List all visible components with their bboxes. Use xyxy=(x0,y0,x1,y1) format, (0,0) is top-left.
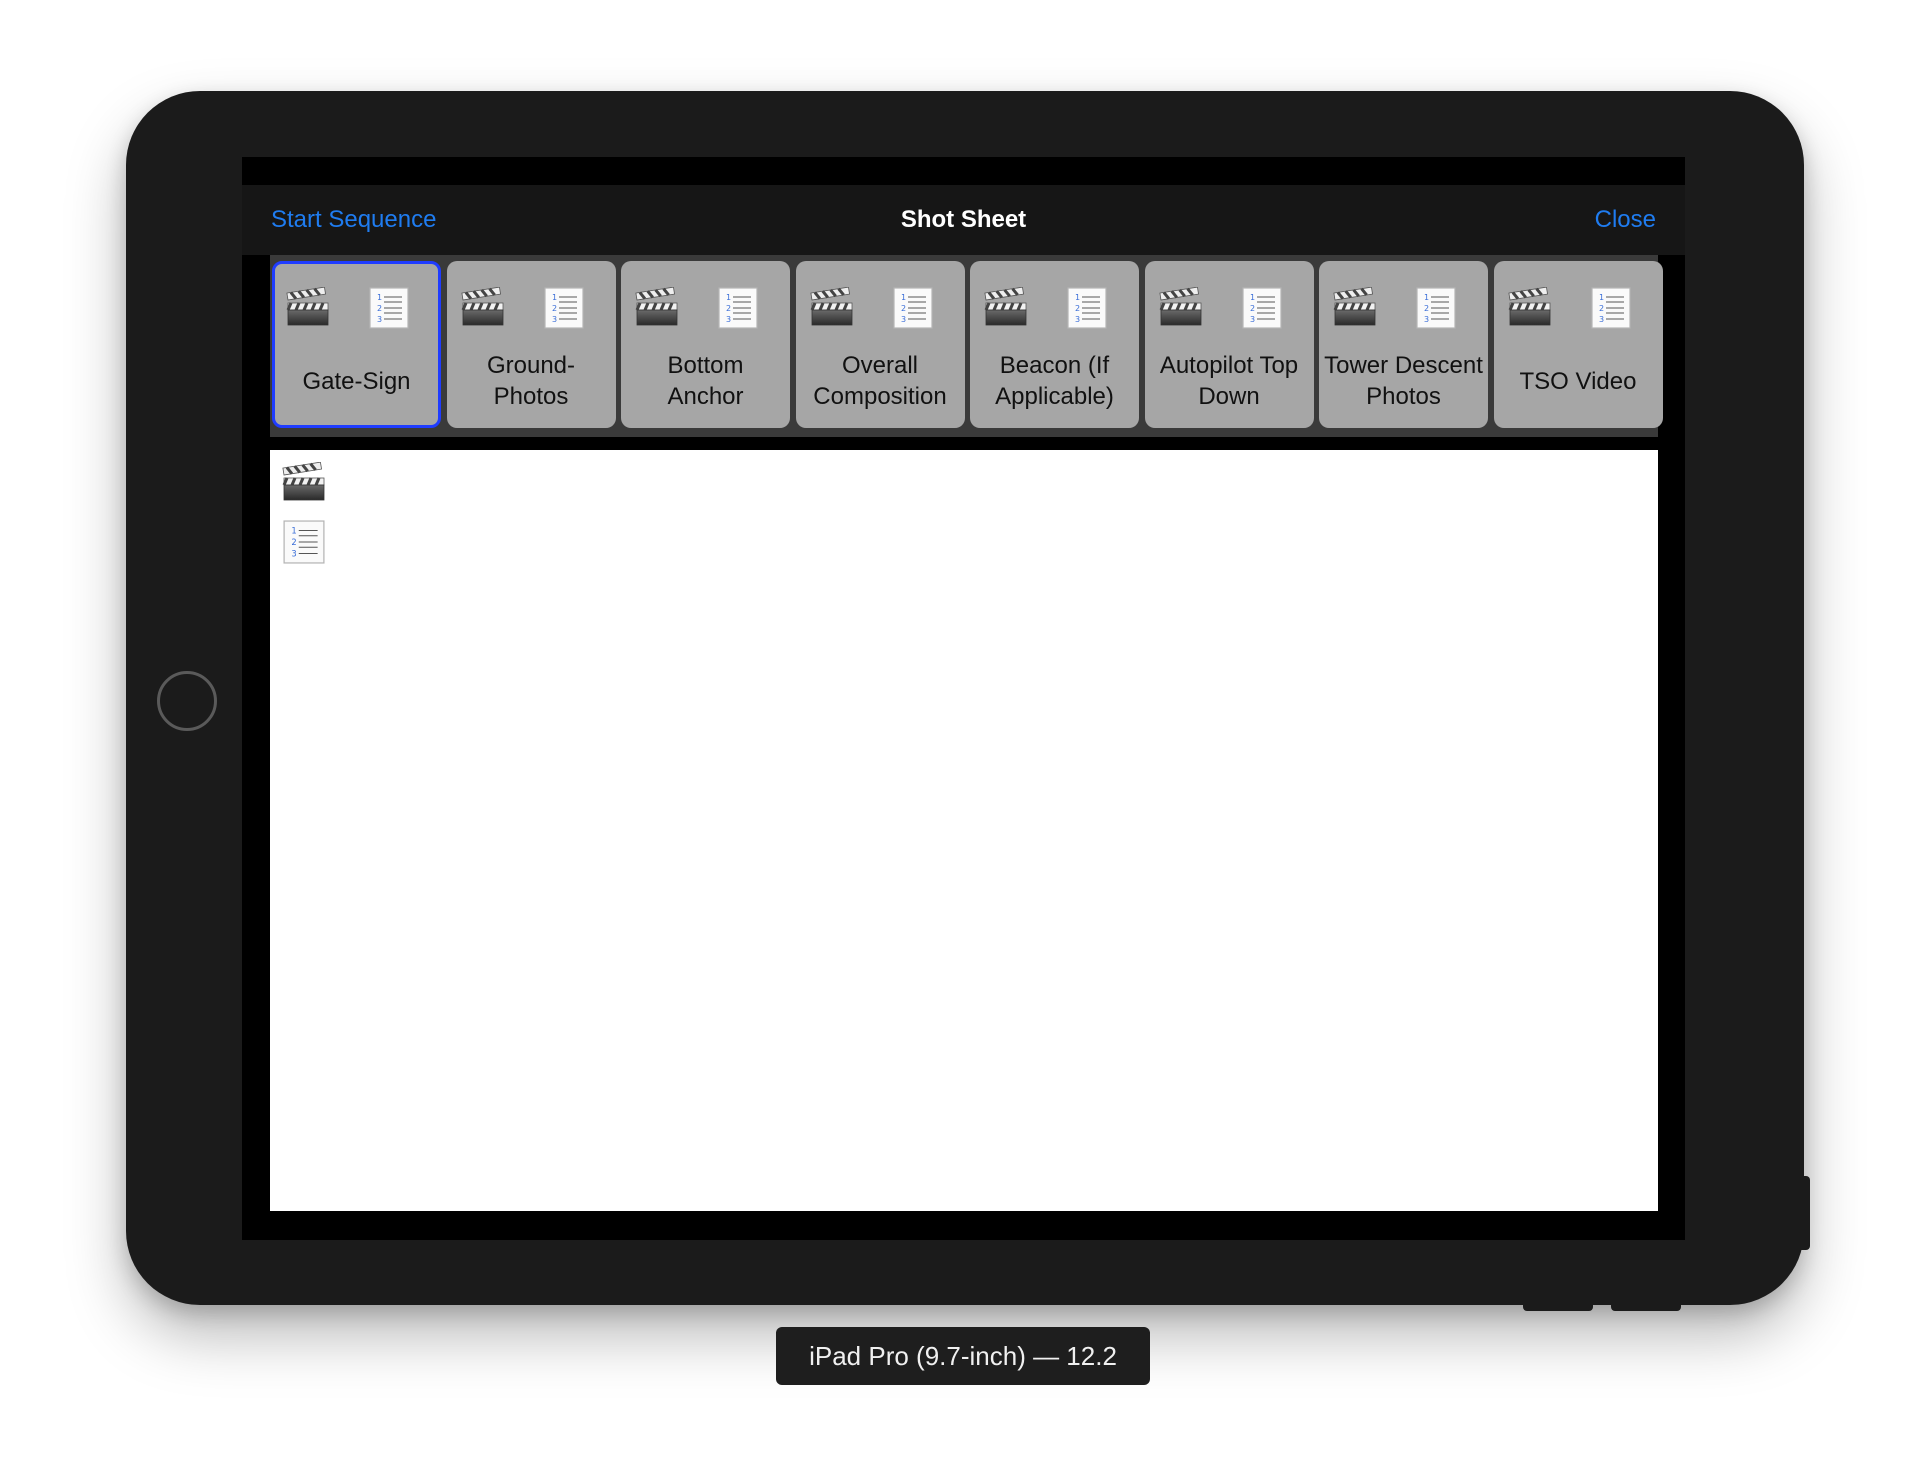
numbered-list-icon: 1 2 3 xyxy=(1067,287,1107,334)
svg-text:2: 2 xyxy=(1075,304,1080,313)
svg-text:2: 2 xyxy=(552,304,557,313)
tab-label: Gate-Sign xyxy=(302,367,411,395)
screen: Start Sequence Shot Sheet Close 1 2 3 Ga… xyxy=(242,157,1685,1240)
close-button[interactable]: Close xyxy=(1595,185,1656,255)
tab-gate-sign[interactable]: 1 2 3 Gate-Sign xyxy=(272,261,441,428)
shot-content-area: 1 2 3 xyxy=(270,450,1658,1211)
svg-text:1: 1 xyxy=(1250,293,1255,302)
svg-text:3: 3 xyxy=(552,315,557,324)
svg-text:3: 3 xyxy=(726,315,731,324)
svg-text:2: 2 xyxy=(1424,304,1429,313)
navigation-bar: Start Sequence Shot Sheet Close xyxy=(242,185,1685,255)
shot-tab-strip: 1 2 3 Gate-Sign 1 2 3 Ground- Photos 1 2… xyxy=(270,255,1663,437)
numbered-list-icon: 1 2 3 xyxy=(369,287,409,334)
tab-label: Ground- Photos xyxy=(486,352,576,410)
tab-tso-video[interactable]: 1 2 3 TSO Video xyxy=(1493,261,1663,428)
svg-text:1: 1 xyxy=(552,293,557,302)
clapperboard-icon xyxy=(286,286,330,332)
numbered-list-icon: 1 2 3 xyxy=(718,287,758,334)
tab-tower-descent-photos[interactable]: 1 2 3 Tower Descent Photos xyxy=(1319,261,1488,428)
svg-text:3: 3 xyxy=(1075,315,1080,324)
svg-text:2: 2 xyxy=(1250,304,1255,313)
clapperboard-icon xyxy=(1158,286,1203,332)
tab-beacon-if-applicable[interactable]: 1 2 3 Beacon (If Applicable) xyxy=(970,261,1139,428)
clapperboard-icon xyxy=(809,286,854,332)
tab-label: Beacon (If Applicable) xyxy=(995,352,1114,410)
svg-text:3: 3 xyxy=(291,549,296,559)
clapperboard-icon xyxy=(460,286,505,332)
clapperboard-icon xyxy=(984,286,1028,332)
svg-text:1: 1 xyxy=(377,293,382,302)
numbered-list-icon: 1 2 3 xyxy=(1590,287,1631,334)
svg-text:3: 3 xyxy=(901,315,906,324)
svg-text:2: 2 xyxy=(377,304,382,313)
tab-label: Bottom Anchor xyxy=(667,352,744,410)
numbered-list-icon: 1 2 3 xyxy=(1416,287,1456,334)
tab-label: TSO Video xyxy=(1519,367,1637,395)
svg-text:2: 2 xyxy=(1599,304,1604,313)
svg-text:1: 1 xyxy=(1599,293,1604,302)
volume-up-button xyxy=(1611,1302,1681,1311)
svg-text:3: 3 xyxy=(1250,315,1255,324)
tab-autopilot-top-down[interactable]: 1 2 3 Autopilot Top Down xyxy=(1144,261,1314,428)
tab-label: Tower Descent Photos xyxy=(1324,352,1483,410)
tab-label: Autopilot Top Down xyxy=(1159,352,1299,410)
svg-text:3: 3 xyxy=(1424,315,1429,324)
clapperboard-icon xyxy=(1333,286,1377,332)
numbered-list-icon[interactable]: 1 2 3 xyxy=(282,520,326,569)
home-button[interactable] xyxy=(157,671,217,731)
tab-label: Overall Composition xyxy=(813,352,947,410)
numbered-list-icon: 1 2 3 xyxy=(1241,287,1282,334)
svg-text:1: 1 xyxy=(901,293,906,302)
svg-text:2: 2 xyxy=(291,537,296,547)
svg-text:2: 2 xyxy=(726,304,731,313)
tab-ground-photos[interactable]: 1 2 3 Ground- Photos xyxy=(446,261,616,428)
numbered-list-icon: 1 2 3 xyxy=(543,287,584,334)
svg-text:2: 2 xyxy=(901,304,906,313)
numbered-list-icon: 1 2 3 xyxy=(892,287,933,334)
tab-overall-composition[interactable]: 1 2 3 Overall Composition xyxy=(795,261,965,428)
page-title: Shot Sheet xyxy=(900,206,1027,233)
svg-text:1: 1 xyxy=(1075,293,1080,302)
svg-text:1: 1 xyxy=(1424,293,1429,302)
simulator-device-label: iPad Pro (9.7-inch) — 12.2 xyxy=(776,1327,1150,1385)
volume-down-button xyxy=(1523,1302,1593,1311)
tab-bottom-anchor[interactable]: 1 2 3 Bottom Anchor xyxy=(621,261,790,428)
clapperboard-icon xyxy=(635,286,679,332)
clapperboard-icon[interactable] xyxy=(282,461,326,507)
clapperboard-icon xyxy=(1507,286,1552,332)
svg-text:3: 3 xyxy=(1599,315,1604,324)
power-button xyxy=(1800,1176,1810,1250)
svg-text:3: 3 xyxy=(377,315,382,324)
svg-text:1: 1 xyxy=(726,293,731,302)
svg-text:1: 1 xyxy=(291,526,296,536)
